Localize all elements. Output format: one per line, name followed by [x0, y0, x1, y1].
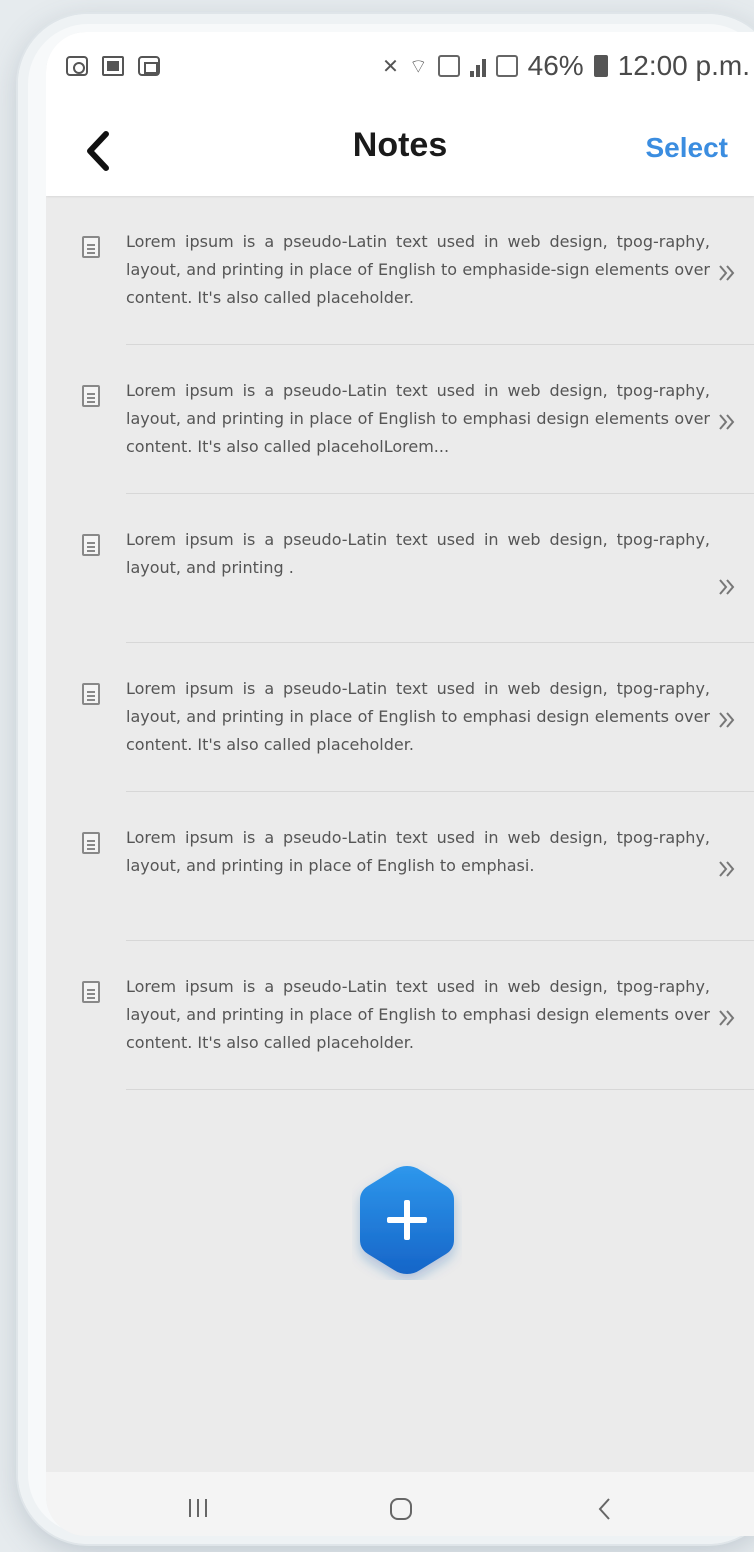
home-icon[interactable]	[388, 1496, 414, 1522]
note-preview: Lorem ipsum is a pseudo-Latin text used …	[126, 828, 710, 875]
system-navigation-bar	[46, 1472, 754, 1536]
gallery-icon	[102, 56, 124, 76]
top-bar: ✕ ⌔ 46% 12:00 p.m. Notes Select	[46, 32, 754, 196]
document-icon	[82, 981, 100, 1003]
double-chevron-right-icon	[719, 1010, 735, 1026]
list-item[interactable]: Lorem ipsum is a pseudo-Latin text used …	[82, 345, 754, 494]
battery-percent: 46%	[527, 50, 584, 81]
mute-icon: ✕	[382, 55, 399, 78]
note-preview: Lorem ipsum is a pseudo-Latin text used …	[126, 977, 710, 1052]
double-chevron-right-icon	[719, 265, 735, 281]
list-item[interactable]: Lorem ipsum is a pseudo-Latin text used …	[82, 196, 754, 345]
select-button[interactable]: Select	[646, 132, 729, 164]
recent-apps-icon[interactable]	[186, 1496, 210, 1520]
status-bar: ✕ ⌔ 46% 12:00 p.m.	[46, 50, 754, 90]
document-icon	[82, 534, 100, 556]
note-preview: Lorem ipsum is a pseudo-Latin text used …	[126, 381, 710, 456]
hexagon-button-shape	[360, 1166, 454, 1274]
list-item[interactable]: Lorem ipsum is a pseudo-Latin text used …	[82, 494, 754, 643]
system-icons: ✕ ⌔ 46% 12:00 p.m.	[382, 50, 754, 82]
wifi-icon: ⌔	[408, 55, 428, 78]
double-chevron-right-icon	[719, 712, 735, 728]
add-note-button[interactable]	[352, 1160, 462, 1280]
video-icon	[138, 56, 160, 76]
document-icon	[82, 385, 100, 407]
signal-secondary-icon	[495, 55, 518, 77]
document-icon	[82, 683, 100, 705]
data-icon	[437, 55, 460, 77]
list-item[interactable]: Lorem ipsum is a pseudo-Latin text used …	[82, 643, 754, 792]
clock: 12:00 p.m.	[617, 50, 750, 81]
battery-icon	[593, 55, 608, 77]
notification-icons	[66, 56, 160, 76]
notes-list: Lorem ipsum is a pseudo-Latin text used …	[46, 196, 754, 1090]
document-icon	[82, 832, 100, 854]
app-header: Notes Select	[46, 120, 754, 190]
note-preview: Lorem ipsum is a pseudo-Latin text used …	[126, 232, 710, 307]
double-chevron-right-icon	[719, 414, 735, 430]
note-preview: Lorem ipsum is a pseudo-Latin text used …	[126, 530, 710, 577]
instagram-icon	[66, 56, 88, 76]
app-screen: ✕ ⌔ 46% 12:00 p.m. Notes Select Lorem ip…	[46, 32, 754, 1536]
double-chevron-right-icon	[719, 861, 735, 877]
list-item[interactable]: Lorem ipsum is a pseudo-Latin text used …	[82, 941, 754, 1090]
signal-icon	[469, 55, 486, 77]
list-item[interactable]: Lorem ipsum is a pseudo-Latin text used …	[82, 792, 754, 941]
document-icon	[82, 236, 100, 258]
double-chevron-right-icon	[719, 579, 735, 595]
note-preview: Lorem ipsum is a pseudo-Latin text used …	[126, 679, 710, 754]
back-icon[interactable]	[594, 1496, 616, 1522]
